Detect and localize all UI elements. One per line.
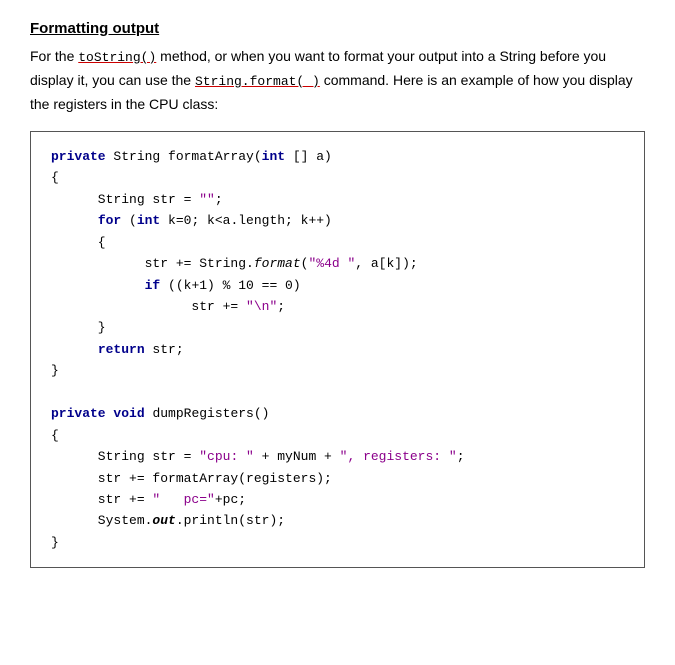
format-method: format — [254, 256, 301, 271]
str-registers: ", registers: " — [340, 449, 457, 464]
code-block: private String formatArray(int [] a) { S… — [30, 131, 645, 568]
desc-part1: For the — [30, 48, 78, 64]
string-format-method: String.format( ) — [195, 74, 320, 89]
kw-return: return — [98, 342, 145, 357]
kw-int-1: int — [262, 149, 285, 164]
page-title: Formatting output — [30, 20, 645, 37]
out-keyword: out — [152, 513, 175, 528]
str-pc-prefix: " pc=" — [152, 492, 214, 507]
str-newline: "\n" — [246, 299, 277, 314]
description-text: For the toString() method, or when you w… — [30, 45, 645, 115]
kw-void: void — [113, 406, 144, 421]
kw-private-2: private — [51, 406, 106, 421]
kw-private-1: private — [51, 149, 106, 164]
kw-for: for — [98, 213, 121, 228]
tostring-method: toString() — [78, 50, 156, 65]
str-cpu: "cpu: " — [199, 449, 254, 464]
str-empty: "" — [199, 192, 215, 207]
kw-if: if — [145, 278, 161, 293]
kw-int-2: int — [137, 213, 160, 228]
page-container: Formatting output For the toString() met… — [30, 20, 645, 568]
str-format: "%4d " — [308, 256, 355, 271]
